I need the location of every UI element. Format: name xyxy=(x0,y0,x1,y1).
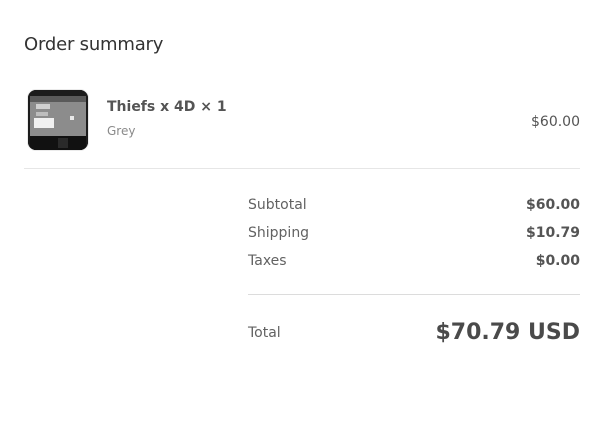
shipping-label: Shipping xyxy=(248,225,310,241)
shipping-value: $10.79 xyxy=(525,225,580,241)
taxes-value: $0.00 xyxy=(535,253,580,269)
product-thumbnail[interactable] xyxy=(28,90,88,150)
subtotal-label: Subtotal xyxy=(248,197,307,213)
product-price: $60.00 xyxy=(531,114,580,130)
total-label: Total xyxy=(248,324,281,341)
product-image-icon xyxy=(28,90,88,150)
divider xyxy=(248,294,580,295)
divider xyxy=(24,168,580,169)
shipping-row: Shipping $10.79 xyxy=(248,225,580,241)
product-name: Thiefs x 4D × 1 xyxy=(107,99,227,115)
product-variant: Grey xyxy=(107,124,136,138)
order-summary-title: Order summary xyxy=(24,34,164,55)
subtotal-row: Subtotal $60.00 xyxy=(248,197,580,213)
total-row: Total $70.79 USD xyxy=(248,320,580,345)
total-value: $70.79 USD xyxy=(435,320,580,345)
subtotal-value: $60.00 xyxy=(525,197,580,213)
taxes-row: Taxes $0.00 xyxy=(248,253,580,269)
taxes-label: Taxes xyxy=(248,253,287,269)
